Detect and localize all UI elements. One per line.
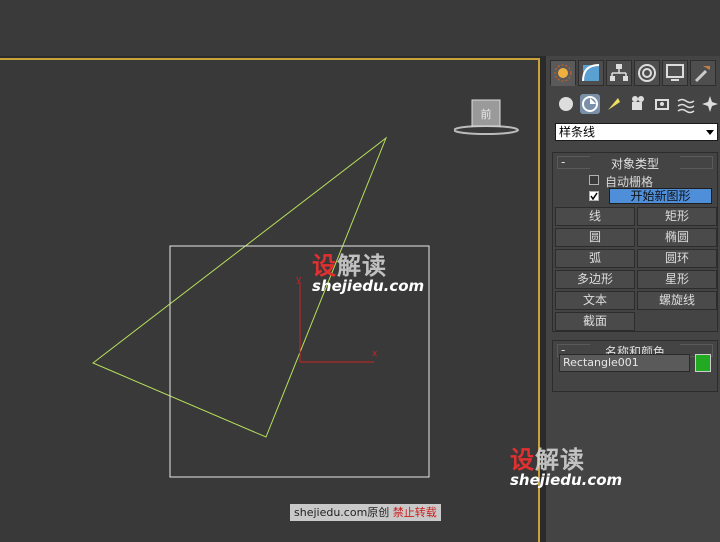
section-button[interactable]: 截面 bbox=[555, 312, 635, 331]
object-type-rollout: - 对象类型 自动栅格 开始新图形 线 矩形 圆 椭圆 弧 圆环 多边形 星形 … bbox=[552, 152, 718, 332]
star-button[interactable]: 星形 bbox=[637, 270, 717, 289]
helpers-icon[interactable] bbox=[652, 94, 672, 114]
start-new-shape-button[interactable]: 开始新图形 bbox=[609, 188, 712, 204]
systems-icon[interactable] bbox=[700, 94, 720, 114]
subcategory-bar bbox=[556, 94, 720, 116]
tab-display[interactable] bbox=[662, 60, 688, 86]
watermark-logo-2: 设解读 shejiedu.com bbox=[510, 446, 623, 489]
auto-grid-checkbox[interactable] bbox=[589, 175, 599, 185]
rectangle-button[interactable]: 矩形 bbox=[637, 207, 717, 226]
top-toolbar-area bbox=[0, 0, 720, 56]
circle-button[interactable]: 圆 bbox=[555, 228, 635, 247]
create-icon bbox=[554, 64, 572, 82]
tab-create[interactable] bbox=[550, 60, 576, 86]
gizmo-y-label: y bbox=[296, 275, 302, 285]
category-dropdown[interactable]: 样条线 bbox=[555, 123, 718, 141]
cameras-icon[interactable] bbox=[628, 94, 648, 114]
start-new-shape-checkbox[interactable] bbox=[589, 191, 599, 201]
viewcube[interactable]: 前 bbox=[453, 98, 524, 138]
display-icon bbox=[666, 64, 684, 81]
ellipse-button[interactable]: 椭圆 bbox=[637, 228, 717, 247]
motion-icon bbox=[638, 64, 656, 82]
arc-button[interactable]: 弧 bbox=[555, 249, 635, 268]
tab-motion[interactable] bbox=[634, 60, 660, 86]
line-button[interactable]: 线 bbox=[555, 207, 635, 226]
geometry-icon[interactable] bbox=[556, 94, 576, 114]
text-button[interactable]: 文本 bbox=[555, 291, 635, 310]
object-name-field[interactable]: Rectangle001 bbox=[559, 354, 690, 372]
shapes-icon[interactable] bbox=[580, 94, 600, 114]
category-dropdown-value: 样条线 bbox=[559, 125, 596, 139]
watermark-logo: 设解读 shejiedu.com bbox=[312, 252, 425, 295]
ngon-button[interactable]: 多边形 bbox=[555, 270, 635, 289]
chevron-down-icon bbox=[706, 130, 714, 135]
tab-hierarchy[interactable] bbox=[606, 60, 632, 86]
helix-button[interactable]: 螺旋线 bbox=[637, 291, 717, 310]
tab-modify[interactable] bbox=[578, 60, 604, 86]
donut-button[interactable]: 圆环 bbox=[637, 249, 717, 268]
hierarchy-icon bbox=[610, 64, 628, 81]
tab-utilities[interactable] bbox=[690, 60, 716, 86]
lights-icon[interactable] bbox=[604, 94, 624, 114]
object-color-swatch[interactable] bbox=[695, 354, 711, 372]
gizmo-x-label: x bbox=[372, 349, 378, 359]
object-type-header[interactable]: - 对象类型 bbox=[557, 155, 713, 172]
viewcube-face-label: 前 bbox=[481, 107, 492, 121]
utilities-icon bbox=[694, 66, 710, 83]
object-type-title: 对象类型 bbox=[590, 155, 680, 172]
collapse-icon: - bbox=[561, 155, 566, 169]
space-warps-icon[interactable] bbox=[676, 94, 696, 114]
name-and-color-rollout: - 名称和颜色 Rectangle001 bbox=[552, 340, 718, 392]
modify-icon bbox=[582, 64, 600, 82]
command-panel-tabs bbox=[550, 60, 718, 88]
copyright-label: shejiedu.com原创 禁止转载 bbox=[290, 504, 441, 521]
